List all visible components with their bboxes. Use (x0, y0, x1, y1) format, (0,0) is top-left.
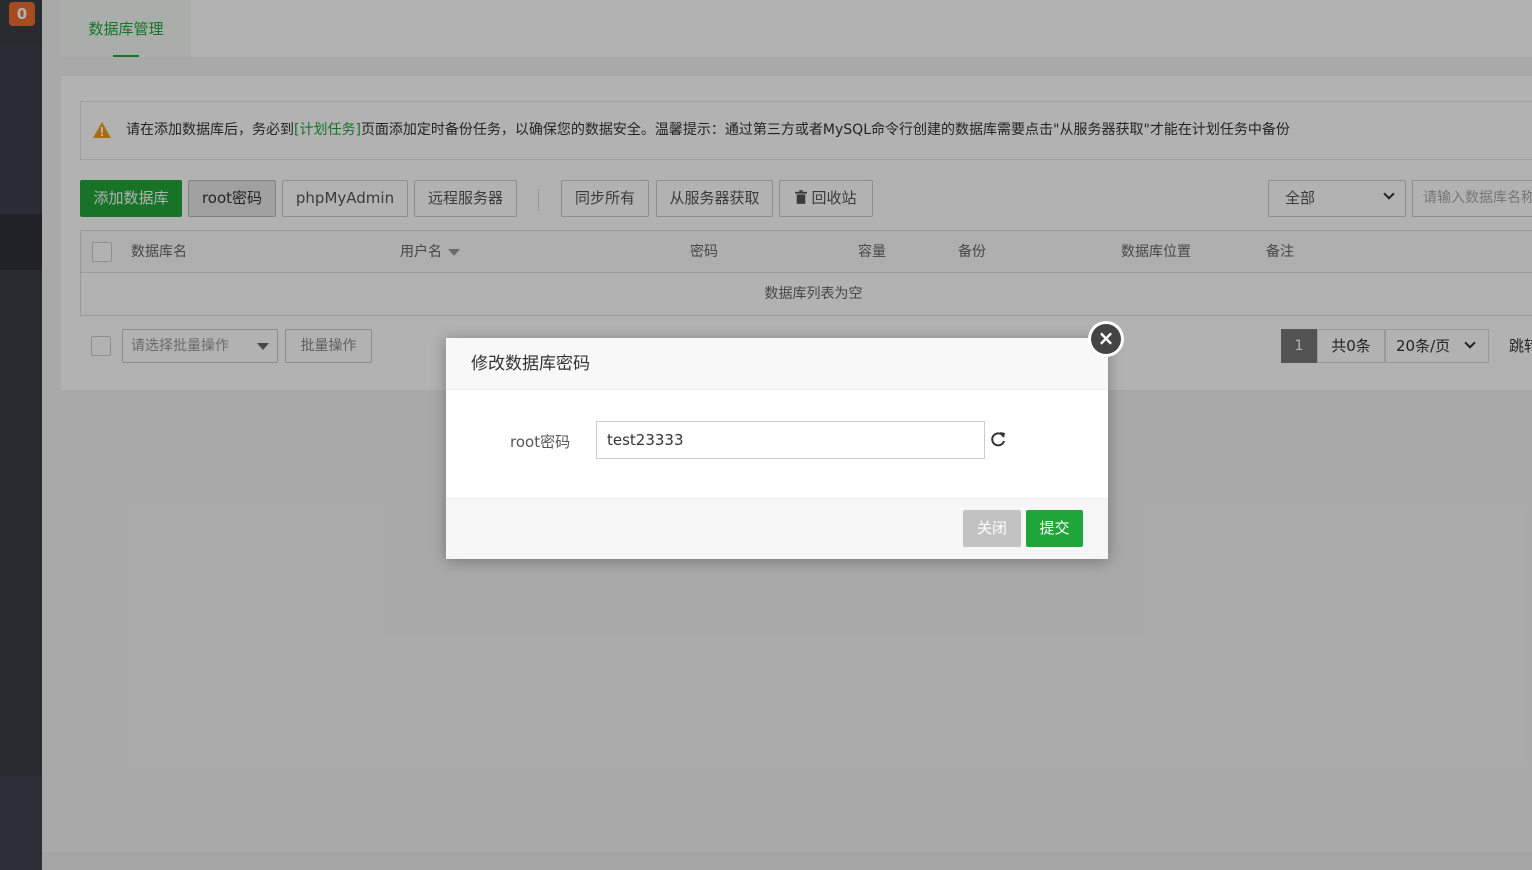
close-icon: × (1091, 324, 1121, 354)
dialog-header: 修改数据库密码 (446, 338, 1108, 390)
submit-button[interactable]: 提交 (1026, 510, 1083, 547)
refresh-icon[interactable] (989, 430, 1007, 448)
dialog-title: 修改数据库密码 (471, 354, 590, 374)
change-password-dialog: 修改数据库密码 × root密码 test23333 关闭 提交 (446, 321, 1124, 559)
close-button[interactable]: 关闭 (963, 510, 1021, 547)
root-password-label: root密码 (510, 433, 571, 451)
dialog-footer: 关闭 提交 (446, 498, 1108, 559)
dialog-close-button[interactable]: × (1088, 321, 1124, 357)
root-password-input[interactable]: test23333 (596, 421, 985, 459)
